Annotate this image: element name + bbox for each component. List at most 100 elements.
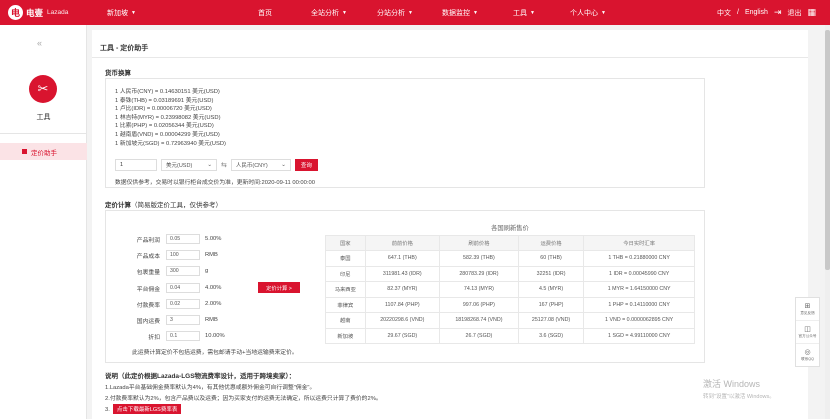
caret-down-icon: ▼ — [342, 10, 347, 16]
caret-down-icon: ▼ — [473, 10, 478, 16]
amount-input[interactable]: 1 — [115, 159, 157, 171]
logout-icon[interactable]: ⇥ — [774, 7, 782, 18]
currency-panel: 1 人民币(CNY) = 0.14630151 美元(USD) 1 泰铢(THB… — [105, 78, 705, 188]
field-unit: 4.00% — [205, 285, 222, 291]
table-cell: 26.7 (SGD) — [439, 327, 519, 344]
nav-label: 全站分析 — [311, 10, 339, 17]
table-cell: 18198268.74 (VND) — [439, 312, 519, 329]
table-cell: 马来西亚 — [325, 281, 366, 298]
table-caption: 各国刷新售价 — [491, 225, 529, 233]
calculate-price-button[interactable]: 定价计算 > — [258, 282, 300, 293]
top-right-actions: 中文 / English ⇥ 退出 ▦ — [717, 7, 816, 18]
nav-substation-analysis[interactable]: 分站分析 ▼ — [377, 8, 413, 18]
nav-personal-center[interactable]: 个人中心 ▼ — [570, 8, 606, 18]
tools-icon: ✂ — [29, 75, 57, 103]
menu-square-icon — [22, 149, 27, 154]
field-label: 产品成本 — [136, 253, 160, 260]
to-currency-value: 人民币(CNY) — [235, 163, 268, 169]
to-currency-select[interactable]: 人民币(CNY) ⌄ — [230, 159, 291, 171]
field-unit: RMB — [205, 252, 218, 258]
official-account-button[interactable]: ◫ 官方公众号 — [796, 321, 819, 344]
nav-label: 个人中心 — [570, 10, 598, 17]
column-header: 运费价格 — [517, 234, 585, 251]
chevron-down-icon: ⌄ — [207, 162, 212, 168]
contact-qq-label: 联系QQ — [801, 357, 814, 361]
field-unit: g — [205, 268, 209, 274]
lang-chinese[interactable]: 中文 — [717, 8, 731, 18]
field-cost: 产品成本 100 RMB — [116, 250, 218, 260]
discount-input[interactable]: 0.1 — [166, 331, 200, 341]
feedback-label: 意见反馈 — [800, 310, 815, 315]
table-cell: 60 (THB) — [517, 250, 585, 267]
nav-data-monitor[interactable]: 数据监控 ▼ — [442, 8, 478, 18]
scrollbar-thumb[interactable] — [825, 30, 830, 270]
feedback-icon: ⊞ — [804, 302, 811, 310]
collapse-sidebar-icon[interactable]: « — [37, 38, 42, 48]
watermark-line: 转到"设置"以激活 Windows。 — [703, 394, 775, 400]
swap-icon[interactable]: ⇆ — [221, 161, 227, 169]
field-weight: 包裹重量 300 g — [116, 266, 208, 276]
profit-input[interactable]: 0.05 — [166, 234, 200, 244]
sidebar-item-label: 定价助手 — [31, 149, 57, 157]
domestic-shipping-input[interactable]: 3 — [166, 315, 200, 325]
column-header: 刷前价格 — [439, 234, 519, 251]
query-button[interactable]: 查询 — [294, 159, 318, 171]
field-commission: 平台佣金 0.04 4.00% — [116, 283, 221, 293]
download-rate-table-button[interactable]: 点击下载最新LGS费率表 — [112, 404, 182, 414]
nav-region-singapore[interactable]: 新加坡 ▼ — [107, 8, 136, 18]
sidebar-item-pricing-assistant[interactable]: 定价助手 — [0, 143, 87, 160]
table-cell: 997.06 (PHP) — [439, 296, 519, 313]
description-line-3: 3. 点击下载最新LGS费率表 — [105, 404, 182, 414]
nav-site-analysis[interactable]: 全站分析 ▼ — [311, 8, 347, 18]
field-label: 付款费率 — [136, 302, 160, 309]
pricing-heading-note: （简易版定价工具，仅供参考） — [131, 202, 222, 209]
pricing-panel: 产品利润 0.05 5.00% 产品成本 100 RMB 包裹重量 300 g … — [105, 210, 705, 363]
field-label: 折扣 — [148, 334, 160, 341]
pricing-heading-text: 定价计算 — [105, 202, 131, 209]
weight-input[interactable]: 300 — [166, 266, 200, 276]
commission-input[interactable]: 0.04 — [166, 283, 200, 293]
page-title: 工具 - 定价助手 — [100, 45, 149, 52]
nav-label: 分站分析 — [377, 10, 405, 17]
description-heading: 说明（此定价根据Lazada-LGS物流费率设计，适用于跨境卖家）： — [105, 373, 296, 380]
rate-update-note: 数据仅供参考，交易时以银行柜台成交价为准，更新时间:2020-09-11 00:… — [115, 180, 315, 186]
line-prefix: 3. — [105, 407, 110, 413]
caret-down-icon: ▼ — [408, 10, 413, 16]
field-unit: 10.00% — [205, 333, 225, 339]
qr-code-icon[interactable]: ▦ — [807, 7, 816, 18]
table-row: 印尼 311981.43 (IDR) 280783.29 (IDR) 32251… — [325, 265, 695, 282]
field-unit: 2.00% — [205, 301, 222, 307]
lang-separator: / — [737, 9, 739, 16]
rate-line: 1 比索(PHP) = 0.02056344 美元(USD) — [115, 123, 214, 130]
lang-english[interactable]: English — [745, 9, 768, 16]
table-cell: 1107.84 (PHP) — [364, 296, 441, 313]
chevron-down-icon: ⌄ — [281, 162, 286, 168]
table-cell: 4.5 (MYR) — [517, 281, 585, 298]
logo-text: 电壹 — [26, 7, 44, 18]
table-cell: 1 PHP = 0.14110000 CNY — [583, 296, 695, 313]
nav-label: 工具 — [513, 10, 527, 17]
table-cell: 1 VND = 0.0000062895 CNY — [583, 312, 695, 329]
contact-qq-button[interactable]: ◎ 联系QQ — [796, 344, 819, 367]
divider — [92, 57, 808, 58]
payment-rate-input[interactable]: 0.02 — [166, 299, 200, 309]
table-row: 越南 20220298.6 (VND) 18198268.74 (VND) 25… — [325, 312, 695, 329]
column-header: 今日实时汇率 — [583, 234, 695, 251]
field-unit: RMB — [205, 317, 218, 323]
rate-line: 1 新加坡元(SGD) = 0.72963940 美元(USD) — [115, 140, 226, 147]
from-currency-select[interactable]: 美元(USD) ⌄ — [161, 159, 217, 171]
logout-link[interactable]: 退出 — [787, 8, 801, 18]
field-label: 国内运费 — [136, 318, 160, 325]
feedback-button[interactable]: ⊞ 意见反馈 — [796, 298, 819, 321]
table-cell: 167 (PHP) — [517, 296, 585, 313]
logo-icon: 电 — [8, 5, 23, 20]
table-cell: 29.67 (SGD) — [364, 327, 441, 344]
logo[interactable]: 电 电壹 Lazada — [8, 5, 68, 20]
nav-tools[interactable]: 工具 ▼ — [513, 8, 535, 18]
nav-home[interactable]: 首页 — [258, 8, 272, 18]
nav-label: 首页 — [258, 10, 272, 17]
table-cell: 新加坡 — [325, 327, 366, 344]
caret-down-icon: ▼ — [601, 10, 606, 16]
cost-input[interactable]: 100 — [166, 250, 200, 260]
field-label: 产品利润 — [136, 237, 160, 244]
